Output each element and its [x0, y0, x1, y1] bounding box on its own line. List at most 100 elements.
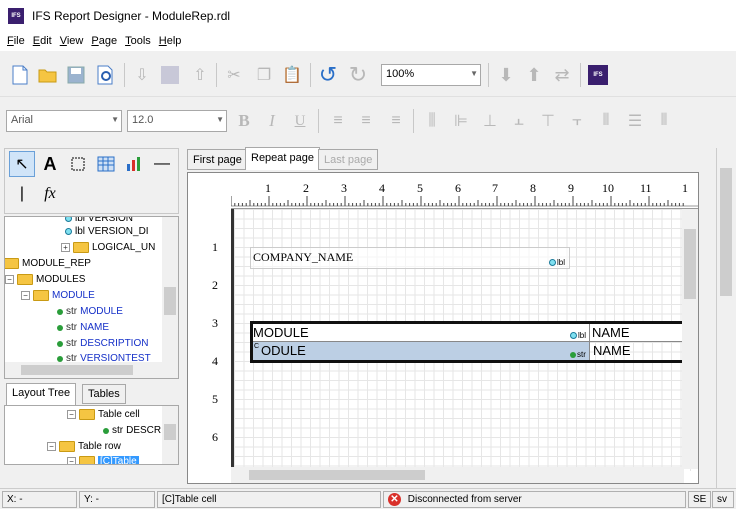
ifs-disabled-button[interactable] [158, 63, 182, 87]
align-objects-8-button[interactable]: ☰ [623, 109, 647, 133]
status-se: SE [688, 491, 711, 508]
align-objects-2-button[interactable]: ⊫ [449, 109, 473, 133]
expand-icon[interactable]: + [61, 243, 70, 252]
align-objects-7-button[interactable]: ⫴ [594, 109, 618, 133]
menu-page[interactable]: Page [87, 35, 121, 47]
new-document-button[interactable] [8, 63, 32, 87]
cut-button[interactable]: ✂ [222, 63, 246, 87]
vertical-line-icon: | [19, 185, 25, 202]
table-cell-name[interactable]: NAME [593, 343, 631, 358]
tab-last-page[interactable]: Last page [318, 149, 379, 170]
tree-item[interactable]: − Table cell [67, 409, 140, 420]
tree-item[interactable]: + LOGICAL_UN [61, 242, 155, 253]
tree-item[interactable]: lbl VERSION [65, 217, 133, 224]
align-objects-1-button[interactable]: ⫼ [420, 109, 444, 133]
tree-item[interactable]: str MODULE [57, 306, 123, 317]
scroll-thumb[interactable] [249, 470, 425, 480]
menu-file[interactable]: File [3, 35, 29, 47]
collapse-icon[interactable]: − [47, 442, 56, 451]
right-panel-scrollbar[interactable] [716, 148, 736, 488]
copy-icon: ❐ [256, 67, 272, 84]
print-preview-button[interactable] [94, 63, 118, 87]
collapse-icon[interactable]: − [5, 275, 14, 284]
tab-layout-tree[interactable]: Layout Tree [6, 383, 77, 405]
paste-button[interactable]: 📋 [280, 63, 304, 87]
align-objects-6-button[interactable]: ⫟ [565, 109, 589, 133]
scroll-thumb[interactable] [164, 287, 176, 315]
formula-tool[interactable]: fx [37, 181, 63, 207]
move-down-button[interactable]: ⬇ [494, 63, 518, 87]
table-cell-module[interactable]: ODULE [261, 343, 306, 358]
scroll-thumb[interactable] [164, 424, 176, 440]
menu-view[interactable]: View [56, 35, 88, 47]
table-row[interactable]: MODULE lbl NAME [253, 324, 687, 342]
tree-item-selected[interactable]: − [C]Table [67, 456, 139, 464]
tree-item[interactable]: MODULE_REP [5, 258, 91, 269]
open-button[interactable] [36, 63, 60, 87]
ruler-ticks [231, 196, 698, 207]
tab-tables[interactable]: Tables [82, 384, 126, 404]
collapse-icon[interactable]: − [21, 291, 30, 300]
bold-button[interactable]: B [232, 109, 256, 133]
menu-edit[interactable]: Edit [29, 35, 56, 47]
menu-tools[interactable]: Tools [121, 35, 155, 47]
align-right-button[interactable]: ≡ [384, 109, 408, 133]
scroll-thumb[interactable] [684, 229, 696, 299]
canvas-vertical-scrollbar[interactable] [682, 209, 698, 469]
align-center-button[interactable]: ≡ [354, 109, 378, 133]
collapse-icon[interactable]: − [67, 410, 76, 419]
align-objects-3-button[interactable]: ⊥ [478, 109, 502, 133]
table-cell-module[interactable]: MODULE [253, 325, 309, 340]
tree-item[interactable]: str NAME [57, 322, 109, 333]
underline-button[interactable]: U [288, 109, 312, 133]
line-tool[interactable]: — [149, 151, 175, 177]
tree-vertical-scrollbar[interactable] [162, 217, 178, 362]
text-tool[interactable]: A [37, 151, 63, 177]
canvas-horizontal-scrollbar[interactable] [231, 467, 684, 483]
table-tool[interactable] [93, 151, 119, 177]
undo-button[interactable]: ↺ [316, 62, 340, 87]
report-page[interactable]: COMPANY_NAME lbl MODULE lbl NAME C ODULE… [231, 209, 691, 471]
copy-button[interactable]: ❐ [252, 63, 276, 87]
collapse-icon[interactable]: − [67, 457, 76, 464]
align-left-button[interactable]: ≡ [326, 109, 350, 133]
chart-tool[interactable] [121, 151, 147, 177]
tree-item[interactable]: str DESCRIPTION [57, 338, 148, 349]
table-row-selected[interactable]: C ODULE str [253, 342, 589, 360]
ifs-button[interactable]: IFS [586, 63, 610, 87]
import-button[interactable]: ⇩ [130, 63, 154, 87]
table-cell-name[interactable]: NAME [592, 325, 630, 340]
table-row[interactable]: NAME [589, 342, 693, 360]
font-name-select[interactable]: Arial ▼ [6, 110, 122, 132]
redo-button[interactable]: ↻ [346, 62, 370, 87]
company-name-field[interactable]: COMPANY_NAME lbl [250, 247, 570, 269]
rectangle-tool[interactable] [65, 151, 91, 177]
scroll-thumb[interactable] [720, 168, 732, 296]
report-table[interactable]: MODULE lbl NAME C ODULE str NAME [250, 321, 690, 363]
scroll-thumb[interactable] [21, 365, 133, 375]
zoom-select[interactable]: 100% ▼ [381, 64, 481, 86]
tree-item[interactable]: − MODULES [5, 274, 85, 285]
tab-first-page[interactable]: First page [187, 149, 248, 170]
pointer-tool[interactable]: ↖ [9, 151, 35, 177]
italic-button[interactable]: I [260, 109, 284, 133]
save-button[interactable] [64, 63, 88, 87]
tree-item[interactable]: str DESCR [103, 425, 161, 436]
tree-item[interactable]: − MODULE [21, 290, 95, 301]
font-size-select[interactable]: 12.0 ▼ [127, 110, 227, 132]
tree-horizontal-scrollbar[interactable] [5, 362, 178, 378]
vertical-line-tool[interactable]: | [9, 181, 35, 207]
main-toolbar: ⇩ ⇧ ✂ ❐ 📋 ↺ ↻ 100% ▼ ⬇ ⬆ ⇄ IFS [0, 55, 736, 97]
layout-tree-scrollbar[interactable] [162, 406, 178, 464]
arrow-up-doc-icon: ⇧ [193, 67, 207, 84]
tree-item[interactable]: lbl VERSION_DI [65, 226, 149, 237]
menu-help[interactable]: Help [155, 35, 186, 47]
align-objects-5-button[interactable]: ⊤ [536, 109, 560, 133]
export-button[interactable]: ⇧ [188, 63, 212, 87]
tab-repeat-page[interactable]: Repeat page [245, 147, 320, 170]
align-objects-9-button[interactable]: ⦀ [652, 109, 676, 133]
move-up-button[interactable]: ⬆ [522, 63, 546, 87]
swap-button[interactable]: ⇄ [550, 63, 574, 87]
align-objects-4-button[interactable]: ⫠ [507, 109, 531, 133]
tree-item[interactable]: − Table row [47, 441, 121, 452]
